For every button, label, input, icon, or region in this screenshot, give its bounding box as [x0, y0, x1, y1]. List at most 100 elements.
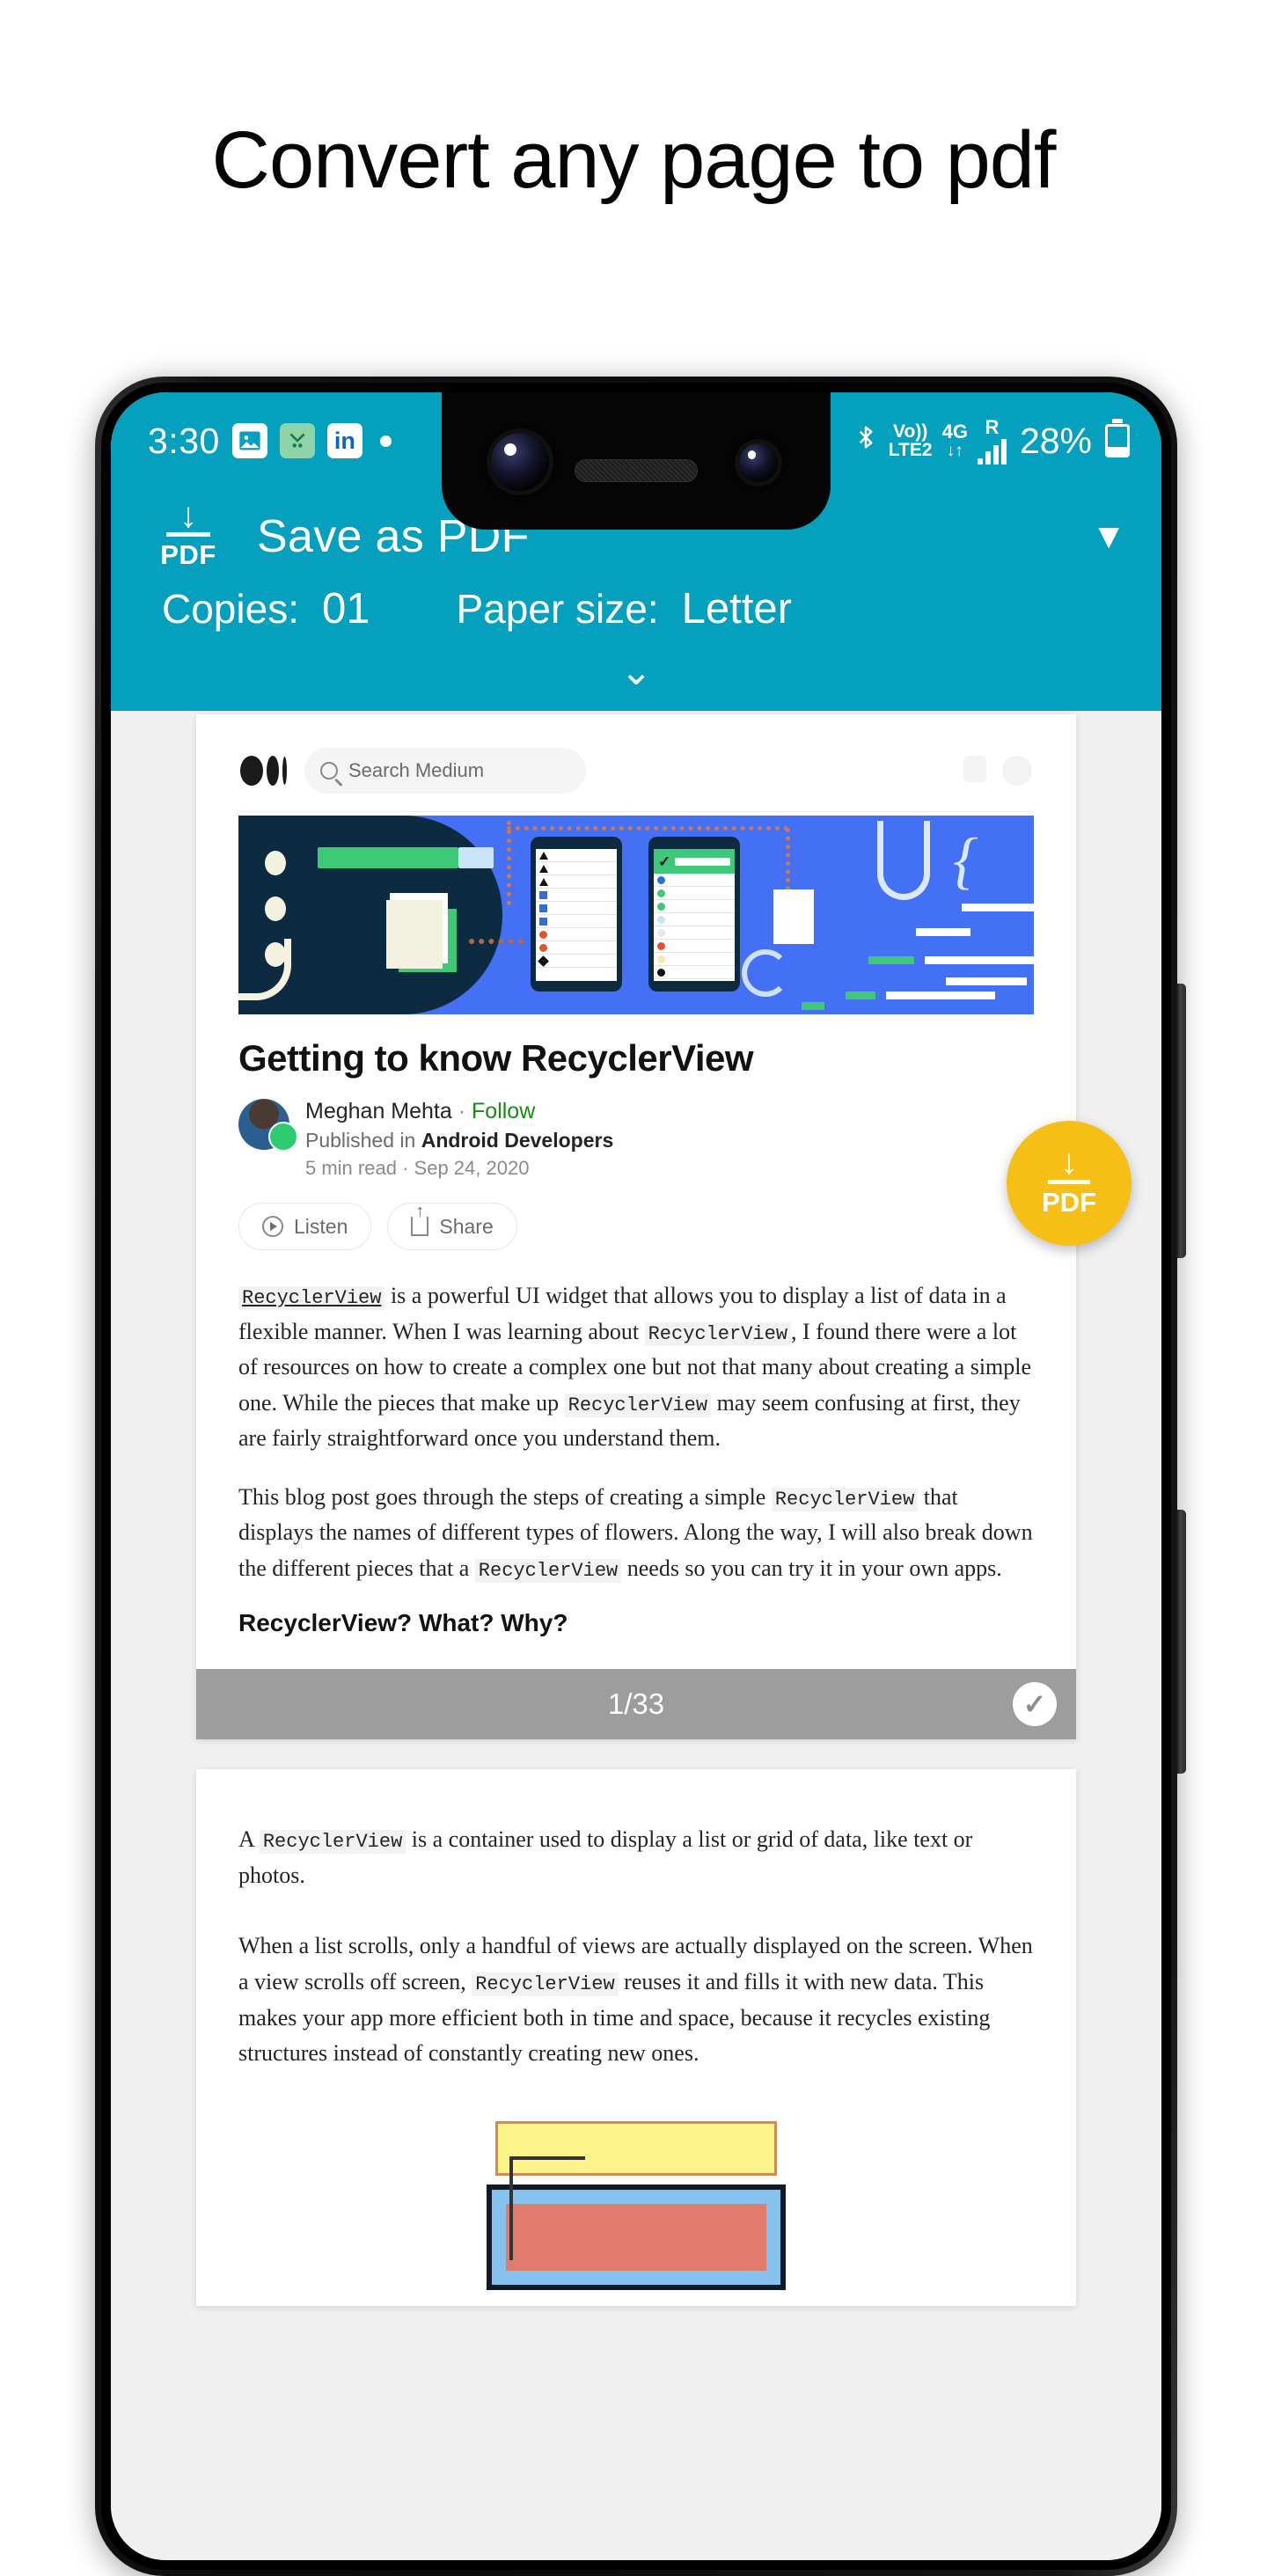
page2-paragraph-1: A RecyclerView is a container used to di… — [238, 1822, 1034, 1893]
publication-row: Published in Android Developers — [305, 1129, 613, 1153]
listen-button[interactable]: Listen — [238, 1203, 372, 1250]
article-hero-image: ✓ { — [238, 816, 1034, 1014]
share-icon — [411, 1217, 429, 1236]
medium-topbar: Search Medium — [238, 741, 1034, 812]
hero-document-icon — [773, 889, 814, 944]
pdf-icon-label: PDF — [160, 539, 216, 570]
diagram-connector-line — [509, 2155, 585, 2260]
author-row: Meghan Mehta · Follow — [305, 1099, 613, 1124]
code-token: RecyclerView — [472, 1972, 619, 1997]
share-label: Share — [439, 1214, 494, 1238]
medium-topbar-actions — [963, 756, 1032, 786]
network-type: 4G — [941, 421, 968, 443]
page-1-content: Search Medium ✓ {Getting to know Recycl… — [196, 714, 1076, 1669]
article-paragraph-1: RecyclerView is a powerful UI widget tha… — [238, 1278, 1034, 1457]
signal-bars-icon — [977, 438, 1007, 465]
volte-top: Vo)) — [893, 421, 928, 442]
page-1-footer: 1/33 ✓ — [196, 1669, 1076, 1740]
phone-device-frame: 3:30 in Vo)) LTE2 4G ↓↑ R 28% ↓ PDF Save… — [95, 377, 1186, 2576]
network-indicator: 4G ↓↑ — [942, 421, 968, 459]
save-pdf-icon: ↓ PDF — [146, 498, 231, 571]
earpiece-speaker — [575, 459, 698, 482]
front-camera-icon — [491, 433, 549, 491]
p2p1-a: A — [238, 1826, 260, 1853]
page-selected-checkbox[interactable]: ✓ — [1013, 1682, 1057, 1727]
download-baseline — [166, 532, 210, 537]
byline-separator: · — [458, 1099, 466, 1123]
secondary-camera-icon — [739, 443, 778, 482]
read-time: 5 min read — [305, 1157, 397, 1179]
header-settings-row: Copies: 01 Paper size: Letter — [146, 584, 1126, 633]
article-actions: Listen Share — [238, 1203, 1034, 1250]
volte-bottom: LTE2 — [888, 440, 933, 460]
copies-value[interactable]: 01 — [322, 584, 370, 633]
article-subheading: RecyclerView? What? Why? — [238, 1609, 568, 1637]
code-token: RecyclerView — [238, 1286, 385, 1310]
hero-clip-icon — [877, 821, 930, 900]
search-icon — [320, 762, 338, 779]
bluetooth-icon — [853, 422, 879, 460]
phone-screen: 3:30 in Vo)) LTE2 4G ↓↑ R 28% ↓ PDF Save… — [111, 392, 1161, 2560]
data-arrows-icon: ↓↑ — [946, 441, 963, 460]
hero-dark-panel — [238, 816, 502, 1014]
volume-button[interactable] — [1176, 984, 1186, 1258]
code-token: RecyclerView — [771, 1487, 919, 1511]
promo-headline: Convert any page to pdf — [211, 115, 1057, 205]
save-pdf-fab[interactable]: ↓ PDF — [1007, 1121, 1132, 1246]
author-avatar — [238, 1099, 298, 1152]
publication-name[interactable]: Android Developers — [421, 1129, 614, 1152]
play-icon — [262, 1216, 283, 1237]
publish-date: Sep 24, 2020 — [414, 1157, 530, 1179]
code-token: RecyclerView — [474, 1558, 622, 1583]
fab-download-arrow-icon: ↓ — [1060, 1143, 1078, 1182]
paper-size-value[interactable]: Letter — [682, 584, 792, 633]
roaming-icon: R — [985, 416, 1000, 439]
bookmark-icon[interactable] — [963, 756, 986, 782]
article-paragraph-2: This blog post goes through the steps of… — [238, 1480, 1034, 1587]
status-clock: 3:30 — [148, 420, 220, 461]
paper-size-label: Paper size: — [456, 586, 659, 632]
code-token: RecyclerView — [259, 1830, 406, 1855]
expand-options-chevron-icon[interactable]: ⌄ — [146, 633, 1126, 692]
byline-text: Meghan Mehta · Follow Published in Andro… — [305, 1099, 613, 1180]
battery-percent: 28% — [1019, 420, 1092, 461]
search-input[interactable]: Search Medium — [304, 748, 586, 794]
search-placeholder: Search Medium — [348, 759, 485, 781]
p2-c: needs so you can try it in your own apps… — [621, 1555, 1002, 1581]
hero-refresh-icon — [742, 949, 789, 997]
phone-bezel: 3:30 in Vo)) LTE2 4G ↓↑ R 28% ↓ PDF Save… — [101, 383, 1171, 2570]
power-button[interactable] — [1176, 1510, 1186, 1774]
preview-page-1[interactable]: Search Medium ✓ {Getting to know Recycl… — [196, 714, 1076, 1740]
follow-link[interactable]: Follow — [472, 1099, 535, 1123]
p2-a: This blog post goes through the steps of… — [238, 1483, 772, 1510]
author-name[interactable]: Meghan Mehta — [305, 1099, 452, 1123]
chevron-down-icon[interactable]: ▼ — [1091, 519, 1126, 554]
battery-icon — [1105, 424, 1130, 457]
copies-label: Copies: — [162, 586, 299, 632]
hero-brace-icon: { — [953, 825, 978, 896]
linkedin-icon: in — [326, 423, 363, 458]
fab-label: PDF — [1042, 1187, 1096, 1218]
print-preview-scroll[interactable]: Search Medium ✓ {Getting to know Recycl… — [111, 683, 1161, 2560]
hero-phone-mock-1 — [531, 837, 622, 992]
camera-notch — [442, 392, 831, 530]
signal-indicator: R — [977, 416, 1007, 465]
preview-page-2[interactable]: A RecyclerView is a container used to di… — [196, 1769, 1076, 2306]
share-button[interactable]: Share — [387, 1203, 517, 1250]
published-prefix: Published in — [305, 1129, 421, 1152]
avatar[interactable] — [1002, 756, 1032, 786]
fab-baseline — [1048, 1180, 1090, 1184]
page-counter: 1/33 — [607, 1687, 665, 1721]
page2-diagram — [238, 2095, 1034, 2290]
dot-indicator-icon — [379, 435, 392, 447]
page-2-content: A RecyclerView is a container used to di… — [196, 1769, 1076, 2305]
green-app-icon — [279, 423, 315, 458]
hero-phone-mock-2: ✓ — [648, 837, 740, 992]
status-bar-right: Vo)) LTE2 4G ↓↑ R 28% — [853, 416, 1130, 465]
volte-indicator: Vo)) LTE2 — [889, 422, 933, 459]
meta-row: 5 min read · Sep 24, 2020 — [305, 1157, 613, 1180]
photos-icon — [231, 423, 267, 458]
code-token: RecyclerView — [564, 1393, 712, 1417]
status-bar-left: 3:30 in — [148, 421, 392, 462]
article-title: Getting to know RecyclerView — [238, 1037, 754, 1079]
